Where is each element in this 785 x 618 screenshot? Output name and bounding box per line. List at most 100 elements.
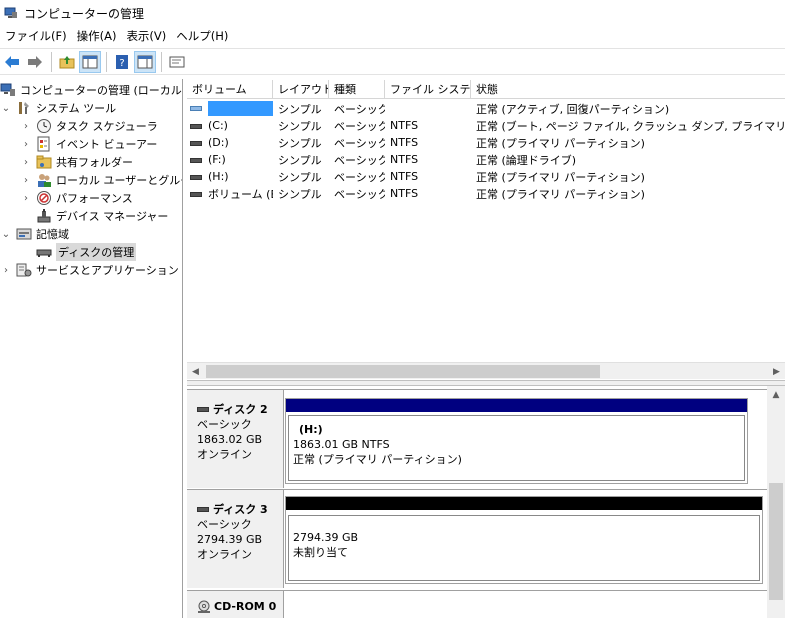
cell-volume: (D:)	[208, 136, 229, 149]
chevron-down-icon[interactable]: ⌄	[0, 228, 12, 240]
cell-type: ベーシック	[334, 187, 385, 201]
cell-status: 正常 (アクティブ, 回復パーティション)	[476, 102, 670, 116]
column-volume[interactable]: ボリューム	[187, 80, 273, 99]
partition-unallocated[interactable]: 2794.39 GB 未割り当て	[285, 496, 763, 584]
cell-type: ベーシック	[334, 119, 385, 133]
services-icon	[16, 262, 32, 278]
computer-management-icon	[0, 82, 16, 98]
cell-layout: シンプル	[278, 119, 322, 133]
table-row[interactable]: シンプル ベーシック 正常 (アクティブ, 回復パーティション)	[187, 100, 785, 117]
table-row[interactable]: (C:) シンプル ベーシック NTFS 正常 (ブート, ページ ファイル, …	[187, 117, 785, 134]
cell-layout: シンプル	[278, 102, 322, 116]
scroll-up-icon[interactable]: ▲	[767, 388, 785, 402]
tree-item-root[interactable]: コンピューターの管理 (ローカル)	[0, 81, 182, 99]
tree-item-shared-folders[interactable]: › 共有フォルダー	[20, 153, 133, 171]
table-row[interactable]: ボリューム (E:) シンプル ベーシック NTFS 正常 (プライマリ パーテ…	[187, 185, 785, 202]
cell-status: 正常 (ブート, ページ ファイル, クラッシュ ダンプ, プライマリ パーティ…	[476, 119, 785, 133]
column-filesystem[interactable]: ファイル システム	[385, 80, 471, 99]
tree-item-system-tools[interactable]: ⌄ システム ツール	[0, 99, 116, 117]
chevron-right-icon[interactable]: ›	[20, 138, 32, 150]
tree-item-event-viewer[interactable]: › イベント ビューアー	[20, 135, 157, 153]
up-folder-button[interactable]	[56, 51, 78, 73]
partition-label: (H:)	[299, 423, 323, 436]
properties-button[interactable]	[166, 51, 188, 73]
column-layout[interactable]: レイアウト	[273, 80, 329, 99]
volume-list-hscrollbar[interactable]: ◀ ▶	[187, 362, 785, 379]
tree-item-services-apps[interactable]: › サービスとアプリケーション	[0, 261, 179, 279]
chevron-down-icon[interactable]: ⌄	[0, 102, 12, 114]
partition-h[interactable]: (H:) 1863.01 GB NTFS 正常 (プライマリ パーティション)	[285, 398, 748, 484]
tree-label: ローカル ユーザーとグループ	[56, 174, 182, 187]
cell-filesystem: NTFS	[390, 136, 419, 149]
cell-status: 正常 (論理ドライブ)	[476, 153, 577, 167]
scroll-left-icon[interactable]: ◀	[187, 363, 204, 380]
table-row[interactable]: (H:) シンプル ベーシック NTFS 正常 (プライマリ パーティション)	[187, 168, 785, 185]
tools-icon	[16, 100, 32, 116]
title-bar: コンピューターの管理	[0, 0, 785, 26]
show-tree-button[interactable]	[79, 50, 101, 73]
tree-label: イベント ビューアー	[56, 138, 158, 151]
cell-type: ベーシック	[334, 102, 385, 116]
cdrom-0-label[interactable]: CD-ROM 0	[187, 591, 284, 618]
vscroll-thumb[interactable]	[769, 483, 783, 600]
column-type[interactable]: 種類	[329, 80, 385, 99]
tree-item-local-users[interactable]: › ローカル ユーザーとグループ	[20, 171, 182, 189]
chevron-right-icon[interactable]: ›	[20, 174, 32, 186]
properties-icon	[169, 56, 185, 67]
help-button[interactable]: ?	[111, 51, 133, 73]
storage-icon	[16, 226, 32, 242]
disk-kind: ベーシック	[197, 418, 252, 431]
console-tree-icon	[82, 55, 98, 68]
table-row[interactable]: (D:) シンプル ベーシック NTFS 正常 (プライマリ パーティション)	[187, 134, 785, 151]
chevron-right-icon[interactable]: ›	[20, 120, 32, 132]
disk-icon	[197, 507, 209, 512]
users-icon	[36, 172, 52, 188]
chevron-right-icon[interactable]: ›	[20, 156, 32, 168]
hscroll-thumb[interactable]	[206, 365, 600, 378]
menu-file[interactable]: ファイル(F)	[0, 26, 72, 47]
disk-2-label[interactable]: ディスク 2 ベーシック 1863.02 GB オンライン	[187, 390, 284, 488]
menu-view[interactable]: 表示(V)	[121, 26, 171, 47]
tree-item-storage[interactable]: ⌄ 記憶域	[0, 225, 69, 243]
volume-list-header: ボリューム レイアウト 種類 ファイル システム 状態	[187, 80, 785, 99]
drive-icon	[190, 106, 202, 111]
cell-type: ベーシック	[334, 136, 385, 150]
chevron-right-icon[interactable]: ›	[20, 192, 32, 204]
disk-3-block: ディスク 3 ベーシック 2794.39 GB オンライン 2794.39 GB…	[187, 489, 767, 588]
shared-folder-icon	[36, 154, 52, 170]
cell-volume: (C:)	[208, 119, 228, 132]
window-title: コンピューターの管理	[24, 6, 145, 21]
table-row[interactable]: (F:) シンプル ベーシック NTFS 正常 (論理ドライブ)	[187, 151, 785, 168]
cell-volume: (F:)	[208, 153, 226, 166]
cell-layout: シンプル	[278, 170, 322, 184]
column-status[interactable]: 状態	[471, 80, 785, 99]
disk-graphical-view: ディスク 2 ベーシック 1863.02 GB オンライン (H:) 1863.…	[187, 386, 767, 618]
tree-item-performance[interactable]: › パフォーマンス	[20, 189, 133, 207]
disk-3-label[interactable]: ディスク 3 ベーシック 2794.39 GB オンライン	[187, 490, 284, 588]
forward-button[interactable]	[24, 51, 46, 73]
cell-filesystem: NTFS	[390, 119, 419, 132]
tree-item-task-scheduler[interactable]: › タスク スケジューラ	[20, 117, 158, 135]
scroll-right-icon[interactable]: ▶	[768, 363, 785, 380]
clock-icon	[36, 118, 52, 134]
drive-icon	[190, 123, 202, 129]
cell-volume: (H:)	[208, 170, 229, 183]
tree-item-disk-management[interactable]: ディスクの管理	[36, 243, 137, 261]
tree-item-device-manager[interactable]: デバイス マネージャー	[36, 207, 168, 225]
partition-bar	[286, 497, 762, 510]
cell-layout: シンプル	[278, 136, 322, 150]
action-pane-icon	[137, 55, 153, 68]
menu-help[interactable]: ヘルプ(H)	[171, 26, 233, 47]
show-action-pane-button[interactable]	[134, 50, 156, 73]
cell-filesystem: NTFS	[390, 170, 419, 183]
tree-label: 共有フォルダー	[56, 156, 133, 169]
disk-management-icon	[36, 244, 52, 260]
disk-name: ディスク 2	[213, 403, 268, 416]
cell-type: ベーシック	[334, 153, 385, 167]
tree-label: デバイス マネージャー	[56, 210, 169, 223]
chevron-right-icon[interactable]: ›	[0, 264, 12, 276]
menu-action[interactable]: 操作(A)	[72, 26, 122, 47]
disk-name: CD-ROM 0	[214, 600, 277, 613]
back-button[interactable]	[1, 51, 23, 73]
graphical-vscrollbar[interactable]: ▲	[767, 386, 785, 618]
